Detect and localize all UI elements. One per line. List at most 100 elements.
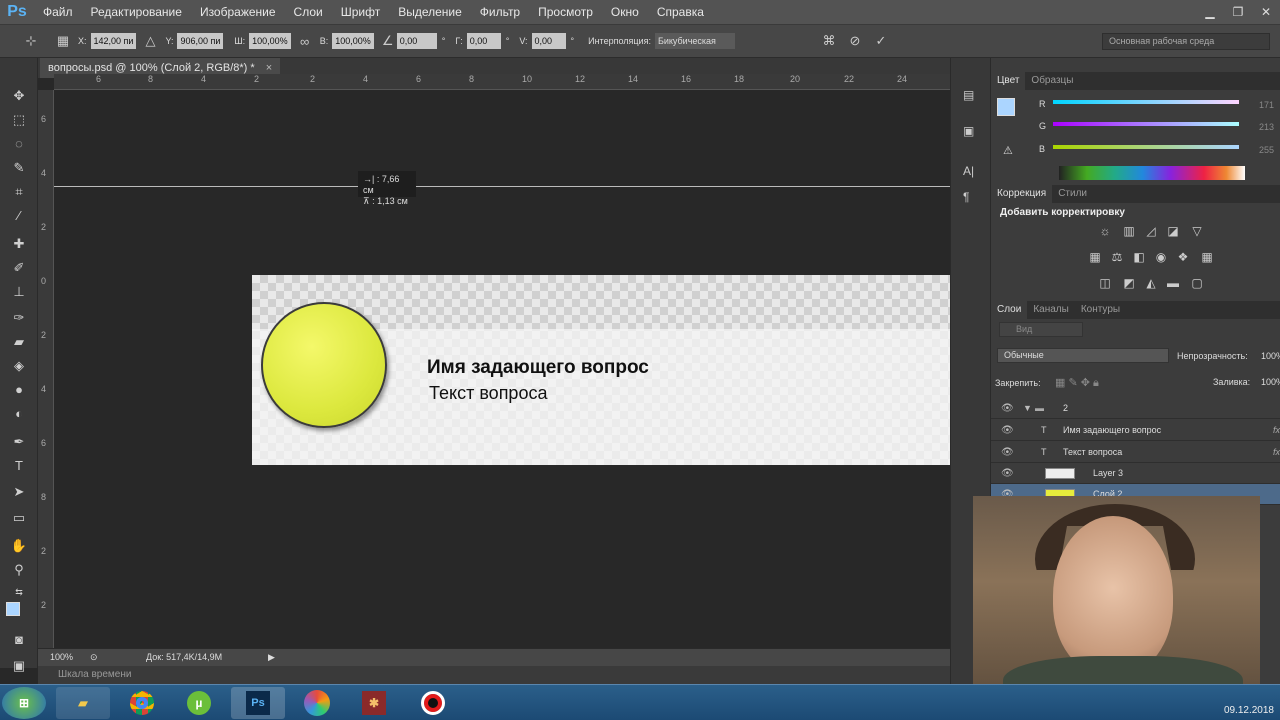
tab-adjustments[interactable]: Коррекция — [991, 185, 1053, 203]
levels-icon[interactable]: ▥ — [1121, 225, 1137, 237]
menu-view[interactable]: Просмотр — [529, 0, 602, 24]
zoom-tool-icon[interactable]: ⚲ — [6, 560, 32, 580]
r-value[interactable]: 171 — [1259, 100, 1274, 110]
move-tool-icon[interactable]: ✥ — [6, 86, 32, 106]
path-select-tool-icon[interactable]: ➤ — [6, 482, 32, 502]
link-icon[interactable]: ∞ — [296, 34, 314, 49]
x-field[interactable]: 142,00 пи — [90, 33, 137, 49]
marquee-tool-icon[interactable]: ⬚ — [6, 110, 32, 130]
blend-mode-select[interactable]: Обычные — [997, 348, 1169, 363]
expand-arrow-icon[interactable]: ▼ — [1023, 398, 1032, 419]
channel-mixer-icon[interactable]: ❖ — [1175, 251, 1191, 263]
start-button[interactable]: ⊞ — [2, 687, 46, 719]
screen-mode-icon[interactable]: ▣ — [6, 656, 32, 676]
height-field[interactable]: 100,00% — [332, 33, 374, 49]
visibility-eye-icon[interactable]: 👁︎ — [1001, 398, 1014, 419]
angle-field[interactable]: 0,00 — [396, 33, 437, 49]
menu-type[interactable]: Шрифт — [332, 0, 389, 24]
interpolation-select[interactable]: Бикубическая — [654, 33, 735, 49]
invert-icon[interactable]: ◫ — [1097, 277, 1113, 289]
paragraph-panel-icon[interactable]: ¶ — [963, 190, 969, 204]
lasso-tool-icon[interactable]: ◌ — [6, 134, 32, 154]
rectangle-tool-icon[interactable]: ▭ — [6, 508, 32, 528]
record-taskbar-icon[interactable] — [406, 687, 460, 719]
posterize-icon[interactable]: ◩ — [1121, 277, 1137, 289]
g-slider[interactable] — [1053, 122, 1239, 126]
curves-icon[interactable]: ◿ — [1143, 225, 1159, 237]
eyedropper-tool-icon[interactable]: ⁄ — [6, 206, 32, 226]
lock-pixels-icon[interactable]: ▦ ✎ ✥ 🔒︎ — [1055, 376, 1099, 390]
menu-image[interactable]: Изображение — [191, 0, 285, 24]
yellow-circle-avatar[interactable] — [261, 302, 387, 428]
layer-row[interactable]: 👁︎ ▼ ▬ 2 — [991, 398, 1280, 419]
layer-row[interactable]: 👁︎ T Имя задающего вопрос fx — [991, 420, 1280, 441]
quick-select-tool-icon[interactable]: ✎ — [6, 158, 32, 178]
commit-transform-icon[interactable]: ✓ — [872, 33, 890, 49]
character-panel-icon[interactable]: A| — [963, 164, 974, 178]
layer-filter-select[interactable]: Вид — [999, 322, 1083, 337]
color-lookup-icon[interactable]: ▦ — [1199, 251, 1215, 263]
menu-edit[interactable]: Редактирование — [82, 0, 191, 24]
width-field[interactable]: 100,00% — [249, 33, 291, 49]
actions-panel-icon[interactable]: ▣ — [963, 124, 974, 138]
fx-icon[interactable]: fx — [1273, 420, 1280, 441]
tab-paths[interactable]: Контуры — [1075, 301, 1126, 319]
tab-layers[interactable]: Слои — [991, 301, 1028, 319]
gradient-tool-icon[interactable]: ◈ — [6, 356, 32, 376]
brush-tool-icon[interactable]: ✐ — [6, 258, 32, 278]
zoom-level[interactable]: 100% — [50, 649, 73, 665]
brightness-icon[interactable]: ☼ — [1097, 225, 1113, 237]
doc-info[interactable]: Док: 517,4K/14,9M — [146, 649, 222, 665]
crop-tool-icon[interactable]: ⌗ — [6, 182, 32, 202]
menu-window[interactable]: Окно — [602, 0, 648, 24]
horizontal-guide[interactable] — [54, 186, 950, 187]
color-spectrum[interactable] — [1059, 166, 1245, 180]
vibrance-icon[interactable]: ▽ — [1189, 225, 1205, 237]
fx-icon[interactable]: fx — [1273, 442, 1280, 463]
foreground-color-swatch[interactable] — [6, 602, 20, 616]
hskew-field[interactable]: 0,00 — [466, 33, 501, 49]
asker-name-text[interactable]: Имя задающего вопрос — [427, 357, 649, 379]
close-tab-icon[interactable]: × — [266, 62, 272, 74]
workspace-select[interactable]: Основная рабочая среда — [1102, 33, 1270, 50]
r-slider[interactable] — [1053, 100, 1239, 104]
timeline-panel-tab[interactable]: Шкала времени — [38, 666, 950, 684]
cancel-transform-icon[interactable]: ⊘ — [846, 33, 864, 49]
visibility-eye-icon[interactable]: 👁︎ — [1001, 442, 1014, 463]
photo-filter-icon[interactable]: ◉ — [1153, 251, 1169, 263]
photoshop-taskbar-icon[interactable]: Ps — [231, 687, 285, 719]
minimize-icon[interactable]: ▁ — [1196, 0, 1224, 24]
bw-icon[interactable]: ◧ — [1131, 251, 1147, 263]
threshold-icon[interactable]: ◭ — [1143, 277, 1159, 289]
b-slider[interactable] — [1053, 145, 1239, 149]
tab-swatches[interactable]: Образцы — [1025, 72, 1079, 90]
visibility-eye-icon[interactable]: 👁︎ — [1001, 463, 1014, 484]
restore-icon[interactable]: ❐ — [1224, 0, 1252, 24]
color-balance-icon[interactable]: ⚖ — [1109, 251, 1125, 263]
healing-tool-icon[interactable]: ✚ — [6, 234, 32, 254]
utorrent-taskbar-icon[interactable]: µ — [172, 687, 226, 719]
tab-channels[interactable]: Каналы — [1027, 301, 1075, 319]
status-menu-icon[interactable]: ▶ — [268, 649, 275, 665]
taskbar-clock[interactable]: 09.12.2018 — [1224, 705, 1274, 716]
status-icon[interactable]: ⊙ — [90, 649, 98, 665]
history-brush-icon[interactable]: ✑ — [6, 308, 32, 328]
quick-mask-icon[interactable]: ◙ — [6, 630, 32, 650]
layer-row[interactable]: 👁︎ Layer 3 — [991, 463, 1280, 484]
history-panel-icon[interactable]: ▤ — [963, 88, 974, 102]
menu-filter[interactable]: Фильтр — [471, 0, 529, 24]
selective-color-icon[interactable]: ▢ — [1189, 277, 1205, 289]
question-text[interactable]: Текст вопроса — [429, 383, 547, 404]
layer-row[interactable]: 👁︎ T Текст вопроса fx — [991, 442, 1280, 463]
exposure-icon[interactable]: ◪ — [1165, 225, 1181, 237]
vskew-field[interactable]: 0,00 — [531, 33, 566, 49]
y-field[interactable]: 906,00 пи — [177, 33, 224, 49]
gradient-map-icon[interactable]: ▬ — [1165, 277, 1181, 289]
chrome-taskbar-icon[interactable] — [115, 687, 169, 719]
aperture-taskbar-icon[interactable] — [290, 687, 344, 719]
explorer-taskbar-icon[interactable]: ▰ — [56, 687, 110, 719]
swap-colors-icon[interactable]: ⇆ — [6, 582, 32, 602]
tab-styles[interactable]: Стили — [1052, 185, 1093, 203]
dodge-tool-icon[interactable]: ◐ — [6, 404, 32, 424]
menu-help[interactable]: Справка — [648, 0, 713, 24]
